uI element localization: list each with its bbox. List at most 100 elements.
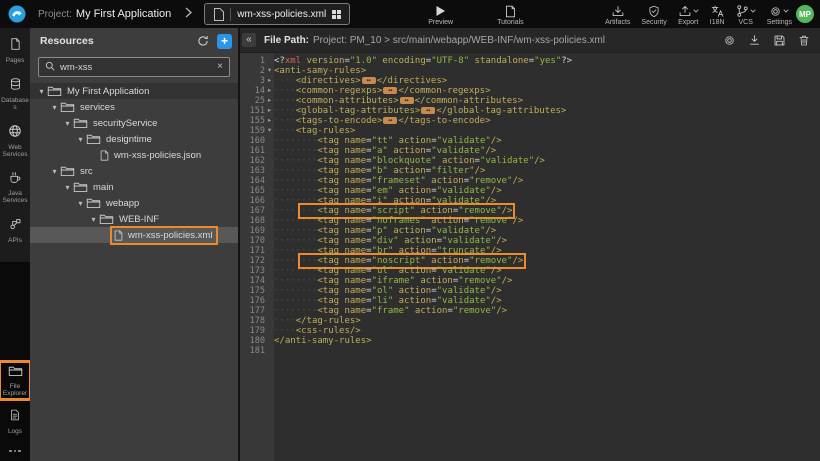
project-name[interactable]: My First Application xyxy=(76,8,171,20)
fold-toggle-icon[interactable]: ▸ xyxy=(265,76,274,86)
caret-down-icon[interactable]: ▾ xyxy=(62,183,73,192)
code-line-172[interactable]: 172········<tag name="noscript" action="… xyxy=(240,256,820,266)
code-line-164[interactable]: 164········<tag name="frameset" action="… xyxy=(240,176,820,186)
tree-item-securityservice[interactable]: ▾securityService xyxy=(30,115,238,131)
tree-item-src[interactable]: ▾src xyxy=(30,163,238,179)
sidebar-item-web-services[interactable]: Web Services xyxy=(0,122,30,160)
code-line-180[interactable]: 180</anti-samy-rules> xyxy=(240,336,820,346)
grid-menu-icon[interactable] xyxy=(332,10,341,19)
download-icon-button[interactable] xyxy=(748,34,761,47)
refresh-icon[interactable] xyxy=(197,35,209,47)
tree-item-wm-xss-policies.json[interactable]: wm-xss-policies.json xyxy=(30,147,238,163)
sidebar-item-databases[interactable]: Databases xyxy=(0,75,30,113)
collapsed-code-icon[interactable]: ↔ xyxy=(362,77,376,84)
app-logo-icon[interactable] xyxy=(8,5,26,23)
fold-toggle-icon xyxy=(265,316,274,326)
code-line-1[interactable]: 1<?xml version="1.0" encoding="UTF-8" st… xyxy=(240,56,820,66)
open-file-tab[interactable]: wm-xss-policies.xml xyxy=(204,3,350,25)
topbar-action-security[interactable]: Security xyxy=(641,3,666,26)
caret-down-icon[interactable]: ▾ xyxy=(49,103,60,112)
code-line-166[interactable]: 166········<tag name="i" action="validat… xyxy=(240,196,820,206)
topbar-action-settings[interactable]: Settings xyxy=(767,3,792,26)
fold-toggle-icon[interactable]: ▾ xyxy=(265,66,274,76)
tree-item-main[interactable]: ▾main xyxy=(30,179,238,195)
code-line-179[interactable]: 179····<css-rules/> xyxy=(240,326,820,336)
code-line-155[interactable]: 155▸····<tags-to-encode>↔</tags-to-encod… xyxy=(240,116,820,126)
code-line-175[interactable]: 175········<tag name="ol" action="valida… xyxy=(240,286,820,296)
caret-down-icon[interactable]: ▾ xyxy=(88,215,99,224)
code-line-169[interactable]: 169········<tag name="p" action="validat… xyxy=(240,226,820,236)
code-line-167[interactable]: 167········<tag name="script" action="re… xyxy=(240,206,820,216)
code-line-25[interactable]: 25▸····<common-attributes>↔</common-attr… xyxy=(240,96,820,106)
topbar-action-vcs[interactable]: VCS xyxy=(736,3,756,26)
fold-toggle-icon xyxy=(265,56,274,66)
sidebar-item-label: Logs xyxy=(1,428,29,435)
collapse-panel-icon[interactable]: « xyxy=(242,33,256,47)
delete-icon-button[interactable] xyxy=(798,34,810,47)
topbar-action-artifacts[interactable]: Artifacts xyxy=(605,3,630,26)
fold-toggle-icon xyxy=(265,156,274,166)
collapsed-code-icon[interactable]: ↔ xyxy=(383,87,397,94)
code-line-2[interactable]: 2▾<anti-samy-rules> xyxy=(240,66,820,76)
tree-item-web-inf[interactable]: ▾WEB-INF xyxy=(30,211,238,227)
sidebar-item-more[interactable] xyxy=(0,444,30,458)
code-line-159[interactable]: 159▾····<tag-rules> xyxy=(240,126,820,136)
collapsed-code-icon[interactable]: ↔ xyxy=(400,97,414,104)
topbar-action-export[interactable]: Export xyxy=(678,3,699,26)
code-line-163[interactable]: 163········<tag name="b" action="filter"… xyxy=(240,166,820,176)
tree-item-webapp[interactable]: ▾ webapp xyxy=(30,195,238,211)
code-line-3[interactable]: 3▸····<directives>↔</directives> xyxy=(240,76,820,86)
sidebar-item-java-services[interactable]: Java Services xyxy=(0,169,30,206)
code-line-161[interactable]: 161········<tag name="a" action="validat… xyxy=(240,146,820,156)
fold-toggle-icon[interactable]: ▸ xyxy=(265,96,274,106)
tutorials-button[interactable]: Tutorials xyxy=(497,3,524,26)
code-line-178[interactable]: 178····</tag-rules> xyxy=(240,316,820,326)
caret-down-icon[interactable]: ▾ xyxy=(62,119,73,128)
clear-search-icon[interactable]: × xyxy=(217,62,223,72)
save-icon-button[interactable] xyxy=(773,34,786,47)
caret-down-icon[interactable]: ▾ xyxy=(49,167,60,176)
file-path-label: File Path: xyxy=(264,35,309,46)
code-line-160[interactable]: 160········<tag name="tt" action="valida… xyxy=(240,136,820,146)
code-line-170[interactable]: 170········<tag name="div" action="valid… xyxy=(240,236,820,246)
fold-toggle-icon[interactable]: ▸ xyxy=(265,116,274,126)
search-input[interactable] xyxy=(60,62,212,73)
sidebar-item-file-explorer[interactable]: File Explorer xyxy=(0,362,30,399)
tree-item-label: webapp xyxy=(106,198,139,209)
caret-down-icon[interactable]: ▾ xyxy=(36,87,47,96)
file-icon xyxy=(114,230,123,241)
code-line-174[interactable]: 174········<tag name="iframe" action="re… xyxy=(240,276,820,286)
topbar-right-actions: Artifacts Security Export I18N VCS Settings xyxy=(605,3,792,26)
sidebar-item-logs[interactable]: Logs xyxy=(0,406,30,437)
collapsed-code-icon[interactable]: ↔ xyxy=(421,107,435,114)
tree-item-my-first-application[interactable]: ▾My First Application xyxy=(30,83,238,99)
code-line-168[interactable]: 168········<tag name="noframes" action="… xyxy=(240,216,820,226)
code-area[interactable]: 1<?xml version="1.0" encoding="UTF-8" st… xyxy=(240,53,820,461)
caret-down-icon[interactable]: ▾ xyxy=(75,199,86,208)
fold-toggle-icon[interactable]: ▸ xyxy=(265,86,274,96)
collapsed-code-icon[interactable]: ↔ xyxy=(383,117,397,124)
user-avatar[interactable]: MP xyxy=(796,5,814,23)
topbar-action-i18n[interactable]: I18N xyxy=(710,3,725,26)
add-resource-button[interactable]: + xyxy=(217,34,232,49)
tree-item-services[interactable]: ▾services xyxy=(30,99,238,115)
code-line-176[interactable]: 176········<tag name="li" action="valida… xyxy=(240,296,820,306)
caret-down-icon[interactable]: ▾ xyxy=(75,135,86,144)
code-line-177[interactable]: 177········<tag name="frame" action="rem… xyxy=(240,306,820,316)
fold-toggle-icon[interactable]: ▾ xyxy=(265,126,274,136)
code-line-14[interactable]: 14▸····<common-regexps>↔</common-regexps… xyxy=(240,86,820,96)
code-line-181[interactable]: 181 xyxy=(240,346,820,356)
tree-item-wm-xss-policies.xml[interactable]: wm-xss-policies.xml xyxy=(30,227,238,243)
tree-item-designtime[interactable]: ▾designtime xyxy=(30,131,238,147)
code-line-165[interactable]: 165········<tag name="em" action="valida… xyxy=(240,186,820,196)
code-line-151[interactable]: 151▸····<global-tag-attributes>↔</global… xyxy=(240,106,820,116)
sidebar-item-pages[interactable]: Pages xyxy=(0,35,30,66)
settings-icon-button[interactable] xyxy=(723,34,736,47)
code-line-173[interactable]: 173········<tag name="ul" action="valida… xyxy=(240,266,820,276)
preview-button[interactable]: Preview xyxy=(428,3,453,26)
fold-toggle-icon[interactable]: ▸ xyxy=(265,106,274,116)
fold-toggle-icon xyxy=(265,266,274,276)
code-line-162[interactable]: 162········<tag name="blockquote" action… xyxy=(240,156,820,166)
sidebar-item-apis[interactable]: APIs xyxy=(0,215,30,246)
code-line-171[interactable]: 171········<tag name="br" action="trunca… xyxy=(240,246,820,256)
